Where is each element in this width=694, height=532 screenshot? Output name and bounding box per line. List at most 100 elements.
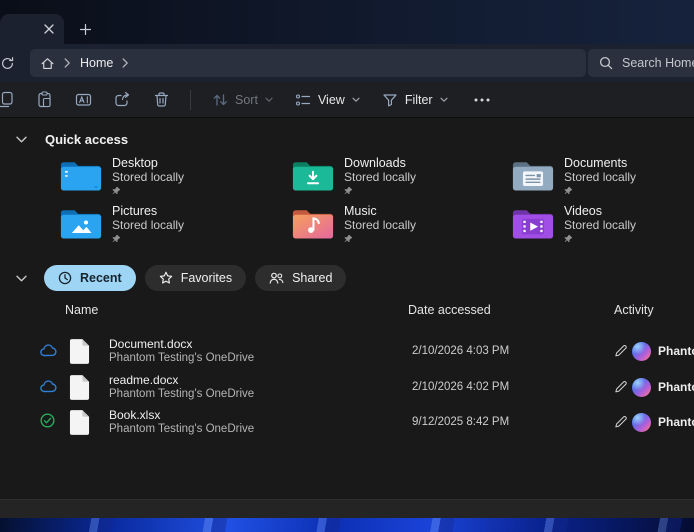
date-accessed: 9/12/2025 8:42 PM	[412, 416, 510, 428]
date-accessed: 2/10/2026 4:02 PM	[412, 381, 510, 393]
document-file-icon	[69, 374, 90, 401]
document-file-icon	[69, 338, 90, 365]
pin-icon	[564, 234, 636, 243]
share-icon	[114, 91, 131, 108]
refresh-button[interactable]	[0, 51, 19, 75]
view-icon	[295, 92, 311, 108]
navigation-bar: Home Search Home	[0, 44, 694, 82]
refresh-icon	[0, 56, 15, 71]
file-location: Phantom Testing's OneDrive	[109, 423, 255, 435]
file-name: readme.docx	[109, 373, 179, 387]
breadcrumb-home[interactable]: Home	[80, 56, 113, 70]
videos-folder-icon	[512, 205, 554, 248]
close-icon	[44, 24, 54, 34]
column-header-activity[interactable]: Activity	[614, 303, 654, 317]
home-icon[interactable]	[40, 56, 55, 71]
tile-name: Desktop	[112, 156, 158, 170]
file-location: Phantom Testing's OneDrive	[109, 352, 255, 364]
pill-label: Shared	[292, 271, 333, 285]
tile-name: Music	[344, 204, 377, 218]
avatar	[632, 342, 651, 361]
avatar	[632, 413, 651, 432]
edit-activity-icon	[614, 380, 627, 393]
filter-button[interactable]: Filter	[373, 86, 457, 114]
pill-shared[interactable]: Shared	[255, 265, 347, 291]
tile-status: Stored locally	[112, 170, 185, 184]
cloud-online-icon	[40, 380, 57, 393]
table-row[interactable]: Book.xlsx Phantom Testing's OneDrive 9/1…	[30, 405, 694, 441]
file-location: Phantom Testing's OneDrive	[109, 388, 255, 400]
table-row[interactable]: Document.docx Phantom Testing's OneDrive…	[30, 334, 694, 370]
share-button[interactable]	[105, 86, 139, 114]
avatar	[632, 378, 651, 397]
sort-label: Sort	[235, 92, 258, 107]
desktop-folder-icon	[60, 157, 102, 200]
chevron-right-icon[interactable]	[122, 58, 129, 68]
column-header-date-accessed[interactable]: Date accessed	[408, 303, 491, 317]
delete-button[interactable]	[144, 86, 178, 114]
more-options-button[interactable]	[465, 86, 499, 114]
edit-activity-icon	[614, 415, 627, 428]
chevron-down-icon	[352, 97, 360, 103]
view-button[interactable]: View	[286, 86, 369, 114]
tile-name: Documents	[564, 156, 628, 170]
search-box[interactable]: Search Home	[588, 49, 694, 77]
tab-close-button[interactable]	[39, 19, 59, 39]
paste-button[interactable]	[27, 86, 61, 114]
tile-status: Stored locally	[564, 170, 637, 184]
spreadsheet-file-icon	[69, 409, 90, 436]
sort-button[interactable]: Sort	[203, 86, 282, 114]
file-explorer-window: Home Search Home Sort View Filter Quick …	[0, 0, 694, 532]
recent-table-header: Name Date accessed Activity	[0, 303, 694, 321]
star-icon	[159, 271, 173, 285]
tile-name: Pictures	[112, 204, 158, 218]
tile-music[interactable]: Music Stored locally	[292, 204, 508, 248]
pictures-folder-icon	[60, 205, 102, 248]
titlebar	[0, 0, 694, 44]
pin-icon	[564, 186, 636, 195]
file-name: Book.xlsx	[109, 408, 161, 422]
tile-pictures[interactable]: Pictures Stored locally	[60, 204, 276, 248]
downloads-folder-icon	[292, 157, 334, 200]
pill-label: Favorites	[180, 271, 233, 285]
copy-button[interactable]	[0, 86, 22, 114]
rename-icon	[75, 91, 92, 108]
quick-access-title: Quick access	[45, 131, 129, 147]
pin-icon	[344, 186, 416, 195]
activity-user: Phantom	[658, 415, 694, 429]
recent-collapse-button[interactable]	[7, 268, 35, 288]
chevron-down-icon	[15, 275, 27, 282]
command-toolbar: Sort View Filter	[0, 82, 694, 118]
synced-check-icon	[40, 413, 55, 428]
toolbar-divider	[190, 89, 191, 110]
filter-icon	[382, 92, 398, 108]
tile-desktop[interactable]: Desktop Stored locally	[60, 156, 276, 200]
delete-icon	[153, 91, 170, 108]
quick-access-header: Quick access	[0, 129, 694, 149]
pill-favorites[interactable]: Favorites	[144, 265, 247, 291]
tile-videos[interactable]: Videos Stored locally	[512, 204, 694, 248]
view-label: View	[317, 92, 345, 107]
tile-documents[interactable]: Documents Stored locally	[512, 156, 694, 200]
explorer-tab[interactable]	[0, 14, 64, 44]
tile-downloads[interactable]: Downloads Stored locally	[292, 156, 508, 200]
date-accessed: 2/10/2026 4:03 PM	[412, 345, 510, 357]
new-tab-button[interactable]	[73, 17, 97, 41]
pill-label: Recent	[80, 271, 122, 285]
breadcrumb[interactable]: Home	[30, 49, 586, 77]
chevron-right-icon[interactable]	[64, 58, 71, 68]
pin-icon	[112, 234, 184, 243]
chevron-down-icon	[15, 136, 27, 143]
quick-access-collapse-button[interactable]	[7, 129, 35, 149]
tile-name: Videos	[564, 204, 602, 218]
column-header-name[interactable]: Name	[65, 303, 98, 317]
rename-button[interactable]	[66, 86, 100, 114]
pill-recent[interactable]: Recent	[44, 265, 136, 291]
search-icon	[599, 56, 613, 70]
search-input[interactable]: Search Home	[622, 56, 694, 70]
activity-user: Phantom	[658, 380, 694, 394]
music-folder-icon	[292, 205, 334, 248]
plus-icon	[79, 23, 91, 35]
pin-icon	[344, 234, 416, 243]
table-row[interactable]: readme.docx Phantom Testing's OneDrive 2…	[30, 370, 694, 406]
